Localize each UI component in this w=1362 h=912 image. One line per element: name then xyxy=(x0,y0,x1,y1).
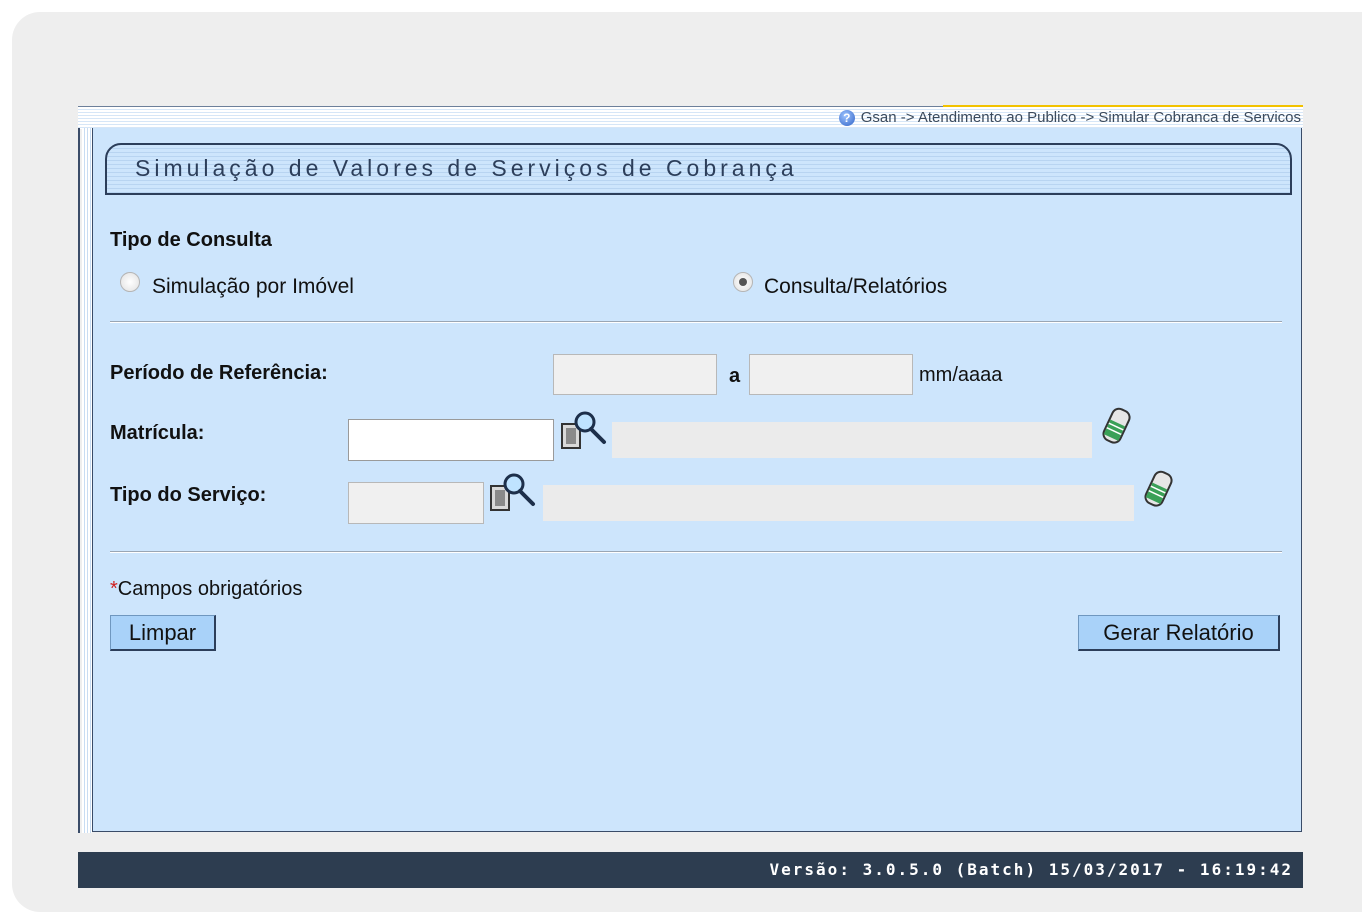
tipo-servico-input[interactable] xyxy=(348,482,484,524)
divider xyxy=(110,321,1282,323)
breadcrumb: ? Gsan -> Atendimento ao Publico -> Simu… xyxy=(838,109,1301,126)
search-icon[interactable] xyxy=(560,408,608,452)
tipo-consulta-label: Tipo de Consulta xyxy=(110,229,272,251)
periodo-label: Período de Referência: xyxy=(110,362,328,384)
help-icon[interactable]: ? xyxy=(838,109,855,126)
radio-consulta-relatorios[interactable] xyxy=(733,272,753,292)
divider xyxy=(110,551,1282,553)
matricula-input[interactable] xyxy=(348,419,554,461)
tipo-servico-description xyxy=(543,485,1134,521)
eraser-icon[interactable] xyxy=(1139,468,1179,512)
eraser-icon[interactable] xyxy=(1097,405,1137,449)
periodo-format-hint: mm/aaaa xyxy=(919,364,1003,386)
radio-simulacao-label: Simulação por Imóvel xyxy=(152,275,354,298)
periodo-separator: a xyxy=(729,365,741,387)
matricula-label: Matrícula: xyxy=(110,422,205,444)
form-title-bar: Simulação de Valores de Serviços de Cobr… xyxy=(105,143,1292,195)
form-panel xyxy=(92,128,1302,832)
radio-consulta-label: Consulta/Relatórios xyxy=(764,275,948,298)
breadcrumb-bar: ? Gsan -> Atendimento ao Publico -> Simu… xyxy=(78,105,1303,129)
left-border xyxy=(78,128,80,833)
accent-line xyxy=(943,105,1303,107)
required-fields-note: *Campos obrigatórios xyxy=(110,578,302,601)
radio-simulacao-imovel[interactable] xyxy=(120,272,140,292)
tipo-servico-label: Tipo do Serviço: xyxy=(110,484,267,506)
matricula-description xyxy=(612,422,1092,458)
required-note-text: Campos obrigatórios xyxy=(117,578,303,600)
periodo-fim-input[interactable] xyxy=(749,354,913,395)
left-stripes xyxy=(82,128,92,833)
required-marker: * xyxy=(110,578,118,600)
search-icon[interactable] xyxy=(489,470,537,514)
clear-button[interactable]: Limpar xyxy=(110,615,216,651)
version-text: Versão: 3.0.5.0 (Batch) 15/03/2017 - 16:… xyxy=(769,860,1293,879)
footer: Versão: 3.0.5.0 (Batch) 15/03/2017 - 16:… xyxy=(78,852,1303,888)
breadcrumb-text[interactable]: Gsan -> Atendimento ao Publico -> Simula… xyxy=(861,109,1301,126)
form-title: Simulação de Valores de Serviços de Cobr… xyxy=(135,155,798,181)
periodo-inicio-input[interactable] xyxy=(553,354,717,395)
generate-report-button[interactable]: Gerar Relatório xyxy=(1078,615,1280,651)
